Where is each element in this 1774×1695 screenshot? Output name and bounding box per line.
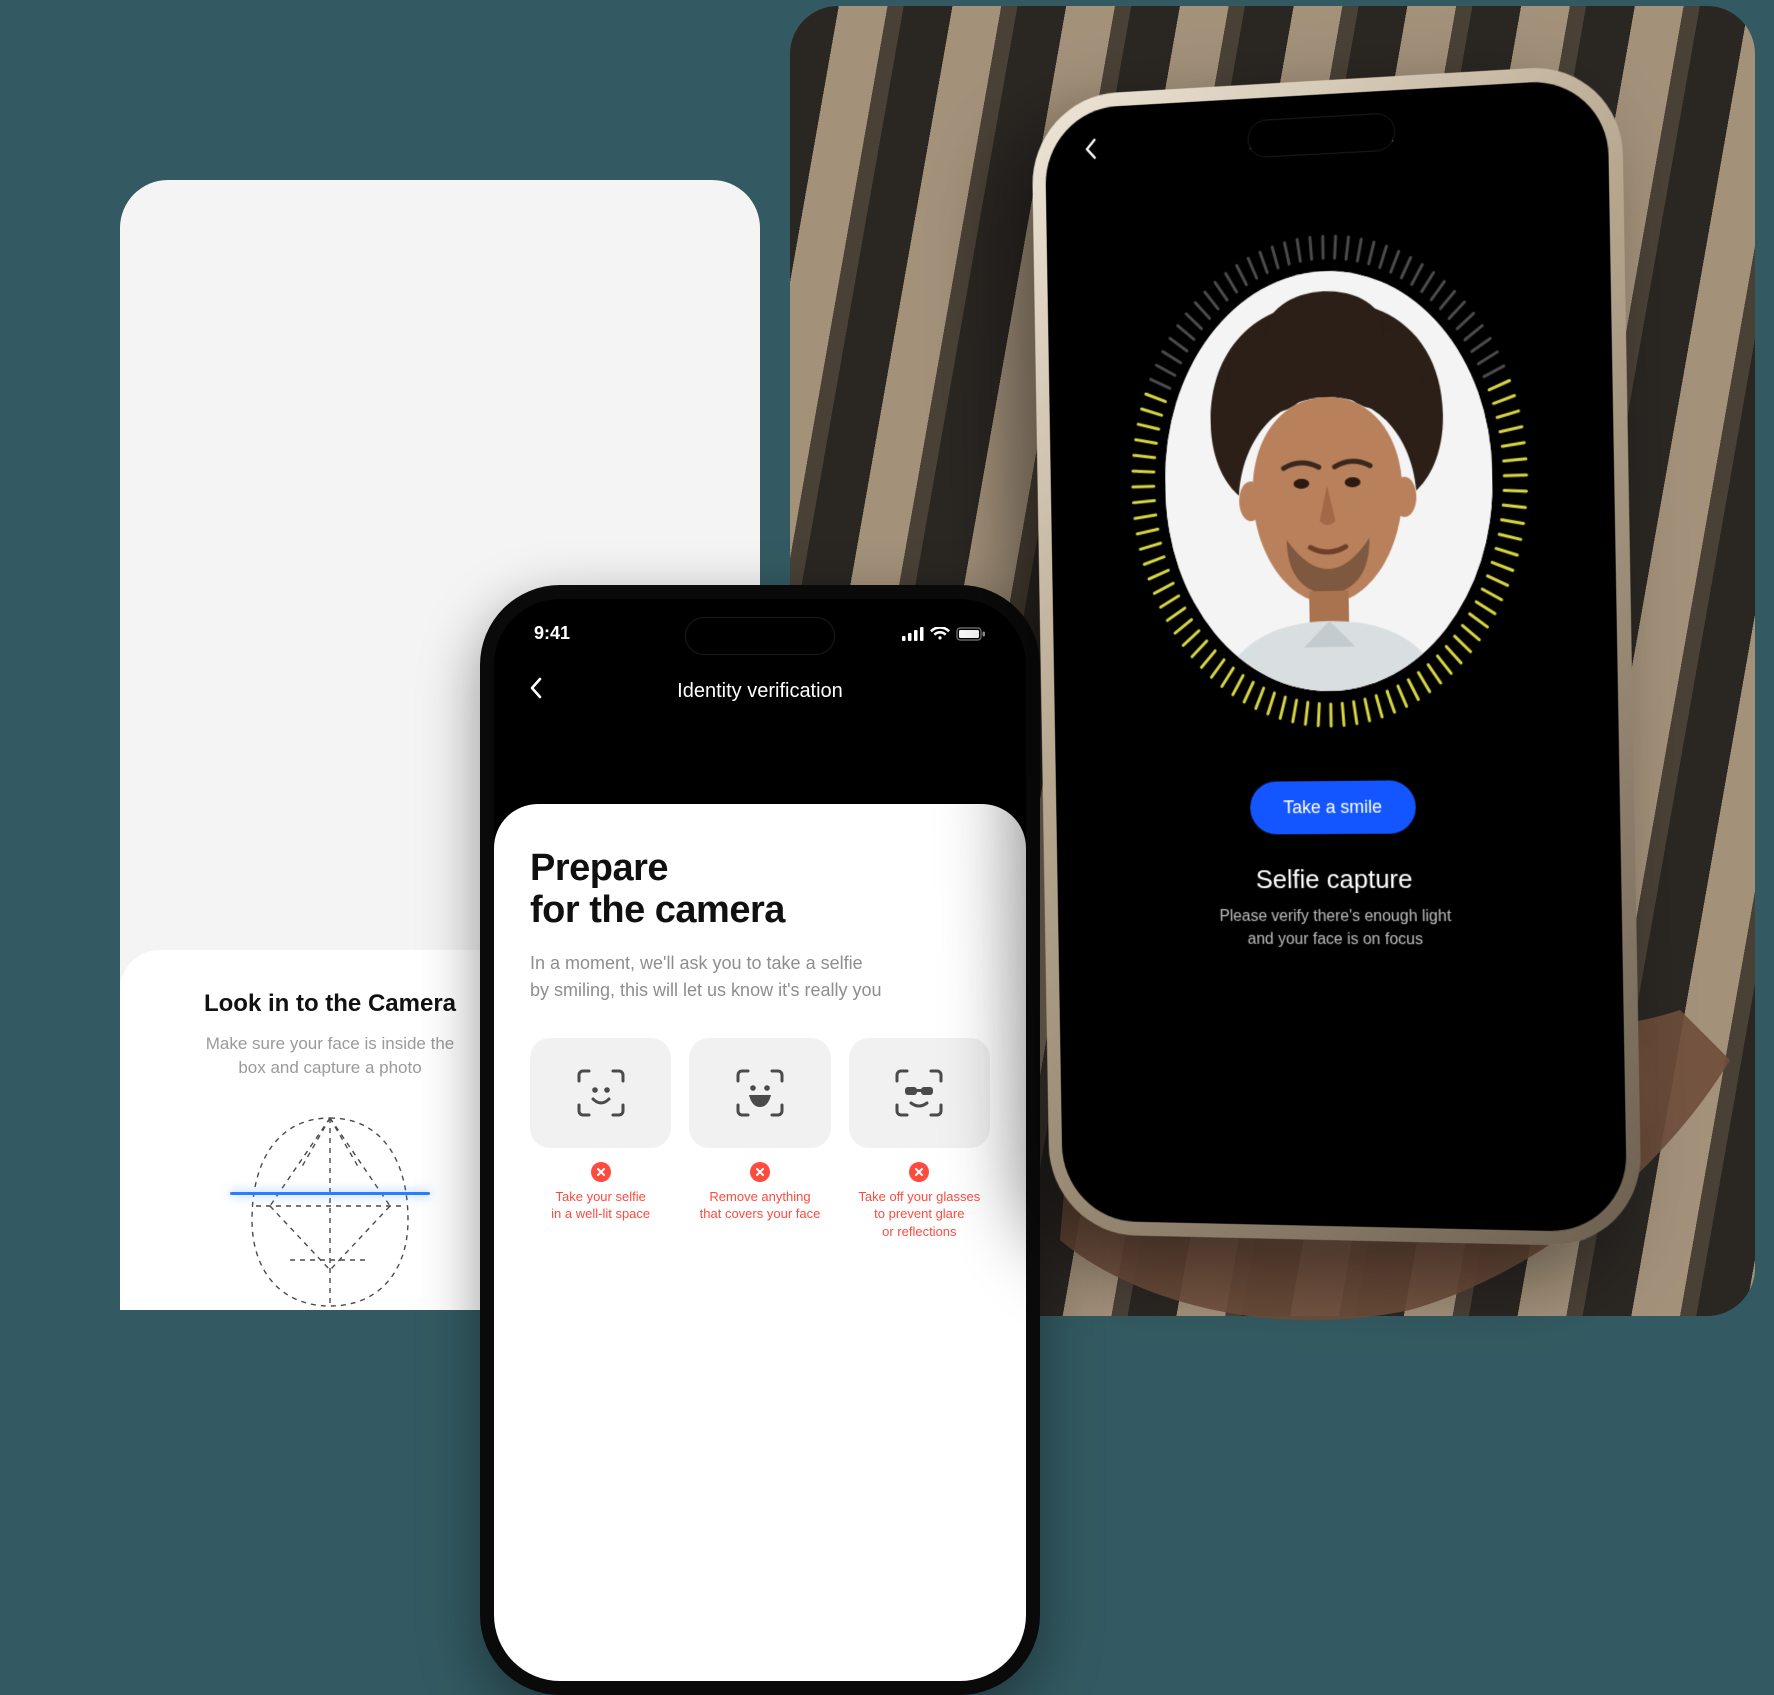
tip-no-glasses: Take off your glasses to prevent glare o…	[849, 1038, 990, 1241]
error-badge-icon	[909, 1162, 929, 1182]
look-into-camera-panel: Look in to the Camera Make sure your fac…	[120, 950, 540, 1310]
phone-notch	[685, 617, 835, 655]
scan-line	[230, 1192, 430, 1195]
back-button[interactable]	[1083, 137, 1099, 168]
status-time: 9:41	[534, 623, 570, 644]
head-wireframe-illustration	[230, 1110, 430, 1310]
phone-notch	[1247, 112, 1395, 158]
face-sunglasses-scan-icon	[849, 1038, 990, 1148]
chevron-left-icon	[1083, 137, 1099, 161]
wifi-icon	[930, 627, 950, 641]
look-subtitle: Make sure your face is inside the box an…	[160, 1032, 500, 1080]
phone-identity-verification: 9:41 Identity verification Prepare	[480, 585, 1040, 1695]
back-button[interactable]	[528, 676, 544, 707]
prepare-subtitle: In a moment, we'll ask you to take a sel…	[530, 950, 990, 1004]
face-smile-scan-icon	[530, 1038, 671, 1148]
selfie-capture-heading: Selfie capture	[1057, 863, 1621, 895]
tips-row: Take your selfie in a well-lit space Rem…	[530, 1038, 990, 1241]
tip-caption: Remove anything that covers your face	[689, 1188, 830, 1223]
tip-no-cover: Remove anything that covers your face	[689, 1038, 830, 1241]
tip-well-lit: Take your selfie in a well-lit space	[530, 1038, 671, 1241]
selfie-capture-instruction: Please verify there's enough light and y…	[1058, 905, 1623, 952]
content-sheet: Prepare for the camera In a moment, we'l…	[494, 804, 1026, 1681]
error-badge-icon	[750, 1162, 770, 1182]
face-mask-scan-icon	[689, 1038, 830, 1148]
take-smile-button[interactable]: Take a smile	[1250, 780, 1416, 834]
tip-caption: Take off your glasses to prevent glare o…	[849, 1188, 990, 1241]
tip-caption: Take your selfie in a well-lit space	[530, 1188, 671, 1223]
phone-face-recognition: Face recognition	[1031, 63, 1642, 1247]
cellular-icon	[902, 627, 924, 641]
selfie-capture-ring	[1109, 211, 1551, 744]
prepare-heading: Prepare for the camera	[530, 848, 990, 932]
look-title: Look in to the Camera	[160, 990, 500, 1018]
error-badge-icon	[591, 1162, 611, 1182]
chevron-left-icon	[528, 676, 544, 700]
battery-icon	[956, 627, 986, 641]
screen-title: Identity verification	[677, 680, 843, 703]
